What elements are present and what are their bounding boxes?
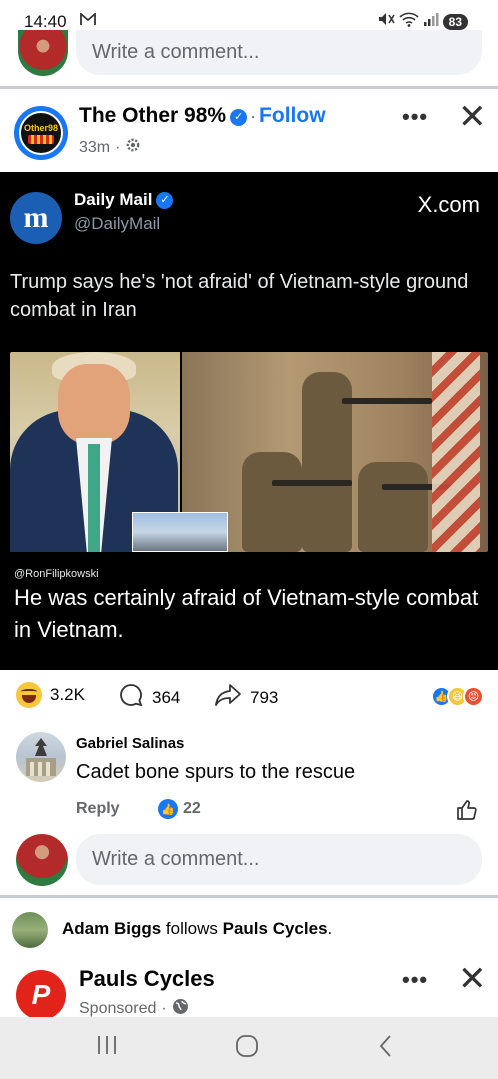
embedded-tweet-card[interactable]: m Daily Mail ✓ @DailyMail X.com Trump say… xyxy=(0,172,498,670)
sponsor-avatar[interactable]: P xyxy=(16,970,66,1020)
user-avatar[interactable] xyxy=(16,834,68,886)
sponsor-name[interactable]: Pauls Cycles xyxy=(79,966,215,992)
source-avatar: m xyxy=(10,192,62,244)
comment-text: Cadet bone spurs to the rescue xyxy=(76,761,356,783)
reply-button[interactable]: Reply xyxy=(76,800,120,818)
photo-rifle xyxy=(272,480,352,486)
tweet-image[interactable] xyxy=(10,352,488,552)
reaction-summary[interactable]: 👍 😆 😡 xyxy=(431,686,484,707)
feed-separator xyxy=(0,86,498,89)
share-count-button[interactable]: 793 xyxy=(214,682,278,713)
haha-icon xyxy=(16,682,42,708)
page-logo: Other98 xyxy=(19,111,63,155)
mail-icon xyxy=(80,12,96,31)
commenter-name[interactable]: Gabriel Salinas xyxy=(76,735,184,752)
comment-input[interactable]: Write a comment... xyxy=(76,834,482,885)
reaction-bar: 3.2K 364 793 👍 😆 😡 xyxy=(0,682,498,718)
close-button[interactable]: ✕ xyxy=(458,962,487,996)
photo-wall-stripes xyxy=(432,352,480,552)
notice-user[interactable]: Adam Biggs xyxy=(62,919,161,938)
notice-avatar[interactable] xyxy=(12,912,48,948)
page-avatar[interactable]: Other98 xyxy=(14,106,68,160)
wifi-icon xyxy=(399,11,419,32)
page-name[interactable]: The Other 98% xyxy=(79,104,226,127)
angry-icon: 😡 xyxy=(463,686,484,707)
like-icon: 👍 xyxy=(158,799,178,819)
follow-button[interactable]: Follow xyxy=(259,104,326,127)
more-options-button[interactable]: ••• xyxy=(402,967,428,993)
source-name-row: Daily Mail ✓ xyxy=(74,190,174,210)
post-meta: 33m · xyxy=(79,137,141,158)
follow-notice: Adam Biggs follows Pauls Cycles. xyxy=(62,919,332,939)
verified-icon: ✓ xyxy=(156,192,174,209)
home-button[interactable] xyxy=(234,1033,260,1066)
separator-dot: · xyxy=(250,106,257,126)
photo-face xyxy=(58,364,130,444)
page-header: The Other 98% ✓ · Follow xyxy=(79,104,326,128)
gear-icon xyxy=(125,137,141,158)
status-icons: 83 xyxy=(377,11,468,32)
mute-icon xyxy=(377,11,395,32)
separator-dot: · xyxy=(115,138,121,156)
signal-icon xyxy=(423,11,439,32)
image-credit: @RonFilipkowski xyxy=(14,568,99,580)
page-logo-text: Other98 xyxy=(23,122,58,133)
comment-input[interactable]: Write a comment... xyxy=(76,30,482,75)
photo-soldier xyxy=(358,462,428,552)
recent-apps-button[interactable] xyxy=(96,1033,118,1064)
tweet-text: Trump says he's 'not afraid' of Vietnam-… xyxy=(10,271,469,321)
reaction-count-button[interactable]: 3.2K xyxy=(16,682,85,708)
user-avatar[interactable] xyxy=(18,30,68,76)
like-button[interactable] xyxy=(455,798,479,827)
notice-target[interactable]: Pauls Cycles xyxy=(223,919,328,938)
post-time[interactable]: 33m xyxy=(79,139,110,157)
page-logo-flag xyxy=(28,134,54,144)
photo-inset-ship xyxy=(132,512,228,552)
notice-end: . xyxy=(327,919,333,938)
commenter-avatar[interactable] xyxy=(16,732,66,782)
sponsored-label[interactable]: Sponsored xyxy=(79,1000,156,1018)
photo-tie xyxy=(88,444,100,552)
image-caption: He was certainly afraid of Vietnam-style… xyxy=(14,585,479,642)
close-button[interactable]: ✕ xyxy=(458,100,487,134)
comment-like-number: 22 xyxy=(183,800,201,817)
share-icon xyxy=(214,682,242,713)
separator-dot: · xyxy=(161,1000,167,1017)
share-count: 793 xyxy=(250,687,279,707)
comment-like-count[interactable]: 👍 22 xyxy=(158,799,201,819)
system-nav-bar xyxy=(0,1017,498,1079)
reaction-count: 3.2K xyxy=(50,685,85,704)
feed-separator xyxy=(0,895,498,898)
status-time: 14:40 xyxy=(24,12,67,31)
battery-indicator: 83 xyxy=(442,13,468,30)
photo-soldier xyxy=(242,452,302,552)
site-label: X.com xyxy=(417,192,480,217)
comment-count-button[interactable]: 364 xyxy=(118,682,180,713)
comment-count: 364 xyxy=(152,687,181,707)
back-button[interactable] xyxy=(376,1033,396,1066)
source-handle: @DailyMail xyxy=(74,214,161,233)
more-options-button[interactable]: ••• xyxy=(402,104,428,130)
notice-verb: follows xyxy=(165,919,218,938)
verified-icon: ✓ xyxy=(230,109,248,126)
comment-icon xyxy=(118,682,144,713)
photo-rifle xyxy=(342,398,432,404)
source-name: Daily Mail xyxy=(74,190,153,209)
